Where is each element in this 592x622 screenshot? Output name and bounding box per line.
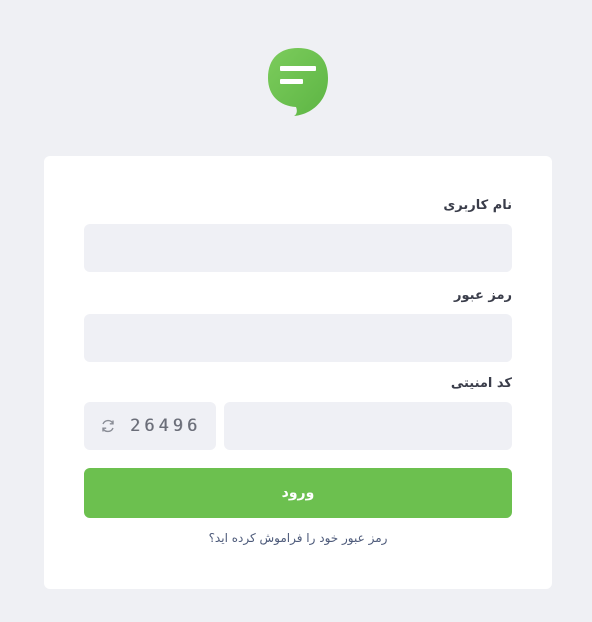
forgot-password-link[interactable]: رمز عبور خود را فراموش کرده اید؟ bbox=[44, 531, 552, 545]
login-button[interactable]: ورود bbox=[84, 468, 512, 518]
captcha-input[interactable] bbox=[224, 402, 512, 450]
username-input[interactable] bbox=[84, 224, 512, 272]
captcha-image: 26496 bbox=[84, 402, 216, 450]
password-input[interactable] bbox=[84, 314, 512, 362]
captcha-code: 26496 bbox=[130, 416, 202, 436]
login-page: نام کاربری رمز عبور کد امنیتی 26496 ورود… bbox=[0, 0, 592, 622]
password-label: رمز عبور bbox=[454, 288, 512, 303]
username-label: نام کاربری bbox=[443, 198, 512, 213]
login-card: نام کاربری رمز عبور کد امنیتی 26496 ورود… bbox=[44, 156, 552, 589]
chat-bubble-icon bbox=[266, 46, 330, 118]
refresh-icon[interactable] bbox=[100, 418, 116, 434]
captcha-label: کد امنیتی bbox=[450, 376, 512, 391]
